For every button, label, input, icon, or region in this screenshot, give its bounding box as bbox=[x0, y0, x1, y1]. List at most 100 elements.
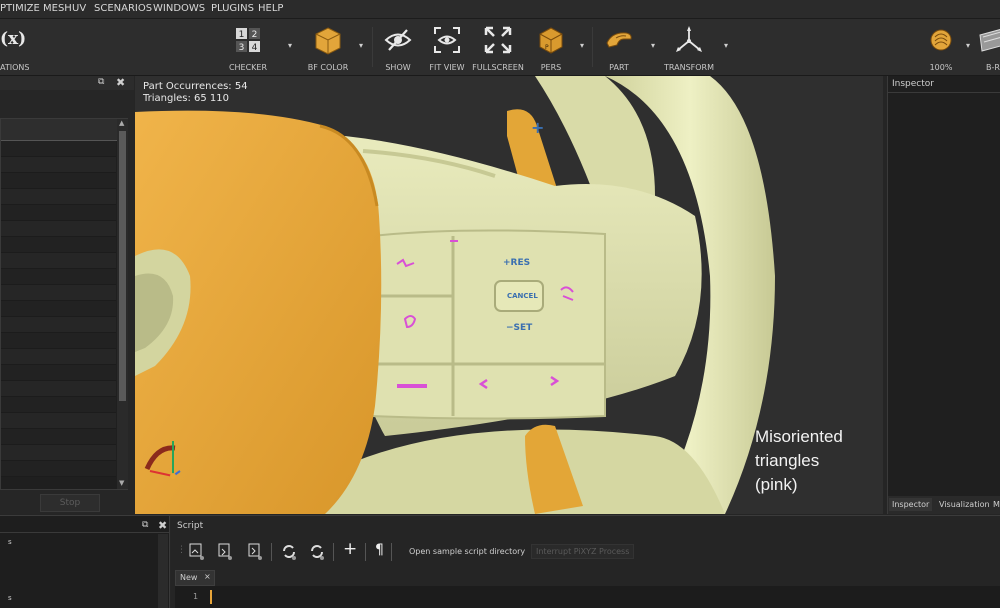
menu-uv[interactable]: UV bbox=[72, 3, 86, 14]
reload-icon[interactable] bbox=[309, 543, 325, 561]
triangle-count: Triangles: 65 110 bbox=[143, 93, 230, 104]
list-item[interactable] bbox=[1, 205, 116, 221]
list-item[interactable] bbox=[1, 157, 116, 173]
list-header bbox=[1, 119, 117, 141]
transform-label: TRANSFORM bbox=[663, 63, 714, 72]
b-rep-label: B-R bbox=[986, 63, 1000, 72]
checker-button[interactable]: 1 2 3 4 CHECKER bbox=[222, 21, 274, 75]
list-item[interactable] bbox=[1, 429, 116, 445]
script-tab-new[interactable]: New × bbox=[175, 570, 215, 586]
bf-color-button[interactable]: BF COLOR bbox=[302, 21, 354, 75]
bf-color-cube-icon bbox=[315, 27, 341, 55]
toolbar-grip: ⋮ bbox=[177, 545, 186, 555]
set-button-label: −SET bbox=[506, 323, 533, 333]
fullscreen-button[interactable]: FULLSCREEN bbox=[472, 21, 524, 75]
open-sample-dir-button[interactable]: Open sample script directory bbox=[409, 547, 525, 556]
checker-dropdown-icon[interactable]: ▾ bbox=[288, 41, 296, 50]
b-rep-button[interactable]: B-R bbox=[978, 21, 1000, 75]
list-item[interactable] bbox=[1, 237, 116, 253]
list-item[interactable] bbox=[1, 141, 116, 157]
list-item[interactable] bbox=[1, 365, 116, 381]
perspective-cube-icon: P bbox=[539, 27, 563, 54]
list-item[interactable] bbox=[1, 173, 116, 189]
close-icon[interactable]: ✖ bbox=[158, 519, 167, 532]
fit-view-eye-icon bbox=[434, 27, 460, 53]
menu-optimize-mesh[interactable]: PTIMIZE MESH bbox=[0, 3, 72, 14]
list-item[interactable] bbox=[1, 253, 116, 269]
b-rep-icon bbox=[979, 29, 1000, 52]
list-item[interactable] bbox=[1, 301, 116, 317]
menu-scenarios[interactable]: SCENARIOS bbox=[94, 3, 152, 14]
bf-color-dropdown-icon[interactable]: ▾ bbox=[359, 41, 367, 50]
close-tab-icon[interactable]: × bbox=[204, 572, 211, 581]
script-editor[interactable]: 1 bbox=[175, 586, 1000, 608]
pilcrow-icon[interactable]: ¶ bbox=[375, 542, 384, 558]
menu-windows[interactable]: WINDOWS bbox=[153, 3, 205, 14]
scrollbar-thumb[interactable] bbox=[119, 131, 126, 401]
tab-inspector[interactable]: Inspector bbox=[889, 498, 933, 511]
interrupt-process-button[interactable]: Interrupt PiXYZ Process bbox=[531, 544, 635, 559]
add-icon[interactable]: + bbox=[343, 539, 357, 559]
list-item[interactable] bbox=[1, 397, 116, 413]
annotation-line: triangles bbox=[755, 451, 820, 470]
undock-icon[interactable]: ⧉ bbox=[98, 77, 104, 87]
list-item[interactable] bbox=[1, 445, 116, 461]
script-toolbar-separator bbox=[271, 543, 272, 561]
output-line: s bbox=[8, 594, 12, 602]
transform-dropdown-icon[interactable]: ▾ bbox=[724, 41, 732, 50]
functions-label: ATIONS bbox=[0, 63, 30, 72]
svg-text:3: 3 bbox=[239, 43, 245, 53]
output-line: s bbox=[8, 538, 12, 546]
scroll-down-icon[interactable]: ▼ bbox=[119, 479, 124, 487]
stop-button[interactable]: Stop bbox=[40, 494, 100, 512]
part-dropdown-icon[interactable]: ▾ bbox=[651, 41, 659, 50]
zoom-coin-icon bbox=[930, 29, 952, 51]
menu-plugins[interactable]: PLUGINS bbox=[211, 3, 254, 14]
zoom-dropdown-icon[interactable]: ▾ bbox=[966, 41, 974, 50]
annotation-line: Misoriented bbox=[755, 427, 843, 446]
fit-view-button[interactable]: FIT VIEW bbox=[426, 21, 468, 75]
perspective-dropdown-icon[interactable]: ▾ bbox=[580, 41, 588, 50]
zoom-button[interactable]: 100% bbox=[922, 21, 960, 75]
left-panel-header: ⧉ ✖ bbox=[0, 76, 134, 90]
list-item[interactable] bbox=[1, 461, 116, 477]
save-script-icon[interactable] bbox=[247, 543, 263, 561]
new-script-icon[interactable] bbox=[189, 543, 205, 561]
tab-visualization[interactable]: Visualization bbox=[936, 498, 993, 511]
part-button[interactable]: PART bbox=[598, 21, 640, 75]
list-item[interactable] bbox=[1, 317, 116, 333]
open-script-icon[interactable] bbox=[217, 543, 233, 561]
list-item[interactable] bbox=[1, 333, 116, 349]
list-item[interactable] bbox=[1, 221, 116, 237]
script-toolbar-separator bbox=[391, 543, 392, 561]
functions-button[interactable]: (x) ATIONS bbox=[0, 21, 30, 75]
svg-text:2: 2 bbox=[252, 30, 258, 40]
script-toolbar: ⋮ + ¶ Open sample script directory Inter… bbox=[177, 539, 637, 563]
list-item[interactable] bbox=[1, 189, 116, 205]
text-cursor bbox=[210, 590, 212, 604]
viewport-3d[interactable]: + Part Occurrences: 54 Triangles: 65 110 bbox=[135, 76, 883, 514]
checker-label: CHECKER bbox=[228, 63, 268, 72]
perspective-button[interactable]: P PERS bbox=[532, 21, 570, 75]
list-item[interactable] bbox=[1, 381, 116, 397]
transform-button[interactable]: TRANSFORM bbox=[660, 21, 718, 75]
checker-icon: 1 2 3 4 bbox=[236, 28, 260, 53]
list-item[interactable] bbox=[1, 269, 116, 285]
list-item[interactable] bbox=[1, 413, 116, 429]
tab-more[interactable]: M bbox=[990, 498, 1000, 511]
refresh-icon[interactable] bbox=[281, 543, 297, 561]
close-icon[interactable]: ✖ bbox=[116, 76, 125, 89]
list-item[interactable] bbox=[1, 349, 116, 365]
output-scrollbar[interactable] bbox=[158, 534, 168, 608]
menu-help[interactable]: HELP bbox=[258, 3, 283, 14]
scroll-up-icon[interactable]: ▲ bbox=[119, 119, 124, 127]
undock-icon[interactable]: ⧉ bbox=[142, 520, 148, 530]
list-item[interactable] bbox=[1, 285, 116, 301]
fit-view-label: FIT VIEW bbox=[429, 63, 465, 72]
show-button[interactable]: SHOW bbox=[380, 21, 416, 75]
zoom-label: 100% bbox=[929, 63, 953, 72]
left-list: ▲ ▼ bbox=[0, 118, 128, 490]
script-title: Script bbox=[177, 521, 204, 531]
fullscreen-label: FULLSCREEN bbox=[472, 63, 524, 72]
list-scrollbar[interactable]: ▲ ▼ bbox=[117, 119, 128, 489]
